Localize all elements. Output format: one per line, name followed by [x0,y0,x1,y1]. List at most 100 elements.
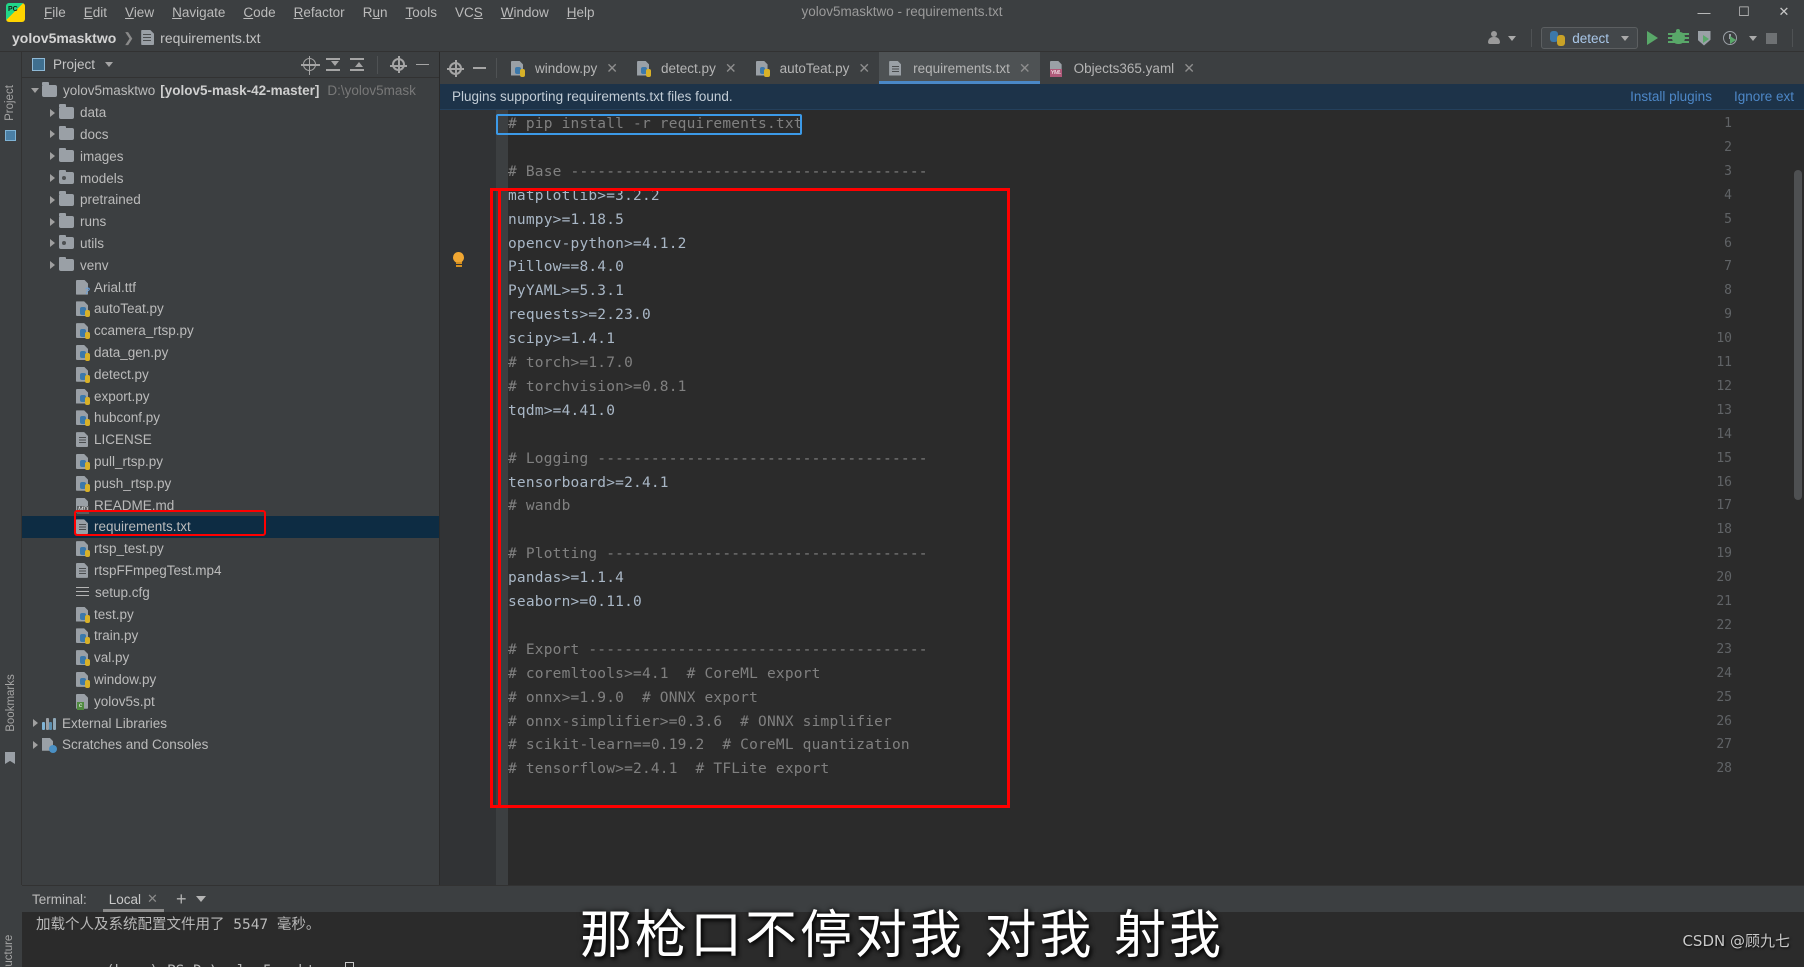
breadcrumb-file[interactable]: requirements.txt [160,30,260,46]
close-button[interactable]: ✕ [1764,0,1804,24]
chevron-right-icon[interactable] [45,130,59,139]
close-icon[interactable]: ✕ [1183,61,1195,75]
tree-item-export[interactable]: export.py [22,385,439,407]
tree-item-pullrtsp[interactable]: pull_rtsp.py [22,451,439,473]
menu-item-window[interactable]: Window [492,3,558,22]
tree-item-utils[interactable]: utils [22,233,439,255]
menu-item-file[interactable]: File [35,3,75,22]
menu-item-help[interactable]: Help [558,3,604,22]
tree-item-autoteat[interactable]: autoTeat.py [22,298,439,320]
chevron-down-icon[interactable] [105,62,114,67]
editor-tab-detect-py[interactable]: detect.py ✕ [627,52,746,84]
rail-button-project[interactable]: Project [4,76,16,130]
run-with-coverage-button[interactable] [1692,26,1716,50]
run-configuration-selector[interactable]: detect [1541,27,1638,49]
chevron-right-icon[interactable] [45,174,59,183]
tree-item-trainpy[interactable]: train.py [22,625,439,647]
new-terminal-session-button[interactable]: + [176,890,187,908]
tree-item-data[interactable]: data [22,102,439,124]
hide-panel-button[interactable] [411,54,433,76]
tree-item-pushrtsp[interactable]: push_rtsp.py [22,472,439,494]
breadcrumb-project[interactable]: yolov5masktwo [12,30,116,46]
editor-tab-autoteat-py[interactable]: autoTeat.py ✕ [746,52,880,84]
tree-item-yolov5spt[interactable]: c yolov5s.pt [22,690,439,712]
tree-item-ccamera[interactable]: ccamera_rtsp.py [22,320,439,342]
chevron-right-icon[interactable] [45,261,59,270]
tree-item-extlibs[interactable]: External Libraries [22,712,439,734]
tree-item-license[interactable]: LICENSE [22,429,439,451]
terminal-output[interactable]: 加载个人及系统配置文件用了 5547 毫秒。 (base) PS D:\yolo… [22,912,1804,967]
menu-item-edit[interactable]: Edit [75,3,116,22]
chevron-right-icon[interactable] [45,195,59,204]
run-button[interactable] [1640,26,1664,50]
chevron-right-icon[interactable] [45,108,59,117]
maximize-button[interactable]: ☐ [1724,0,1764,24]
stop-button[interactable] [1759,26,1783,50]
terminal-tab-local[interactable]: Local ✕ [102,886,165,912]
code-editor[interactable]: 1 2 3 4 5 6 7 8 9 10 11 12 13 14 15 16 17 18 19 20 21 22 23 24 2… [440,110,1804,885]
chevron-down-icon[interactable] [1749,35,1757,41]
tree-item-valpy[interactable]: val.py [22,647,439,669]
tree-item-setupcfg[interactable]: setup.cfg [22,581,439,603]
tree-item-runs[interactable]: runs [22,211,439,233]
menu-item-navigate[interactable]: Navigate [163,3,234,22]
scrollbar-thumb[interactable] [1794,170,1802,500]
tree-item-rtsptest[interactable]: rtsp_test.py [22,538,439,560]
tree-item-testpy[interactable]: test.py [22,603,439,625]
chevron-right-icon[interactable] [28,719,42,727]
chevron-down-icon[interactable] [28,88,42,94]
tree-item-scratches[interactable]: Scratches and Consoles [22,734,439,756]
menu-item-view[interactable]: View [116,3,163,22]
tree-item-readme[interactable]: MD README.md [22,494,439,516]
close-icon[interactable]: ✕ [606,61,618,75]
select-opened-file-button[interactable] [298,54,320,76]
hide-editor-button[interactable] [468,57,490,79]
close-icon[interactable]: ✕ [725,61,737,75]
tree-item-venv[interactable]: venv [22,254,439,276]
tree-item-requirements[interactable]: requirements.txt [22,515,439,538]
rail-button-structure[interactable]: Structure [3,927,15,967]
editor-tab-window-py[interactable]: window.py ✕ [501,52,627,84]
tree-item-rtspffmpeg[interactable]: rtspFFmpegTest.mp4 [22,560,439,582]
tree-item-root[interactable]: yolov5masktwo [yolov5-mask-42-master] D:\… [22,80,439,102]
ignore-extension-link[interactable]: Ignore ext [1734,89,1794,104]
menu-item-refactor[interactable]: Refactor [285,3,354,22]
close-icon[interactable]: ✕ [858,61,870,75]
menu-item-tools[interactable]: Tools [396,3,446,22]
tree-item-images[interactable]: images [22,145,439,167]
editor-tab-objects365-yaml[interactable]: YML Objects365.yaml ✕ [1040,52,1204,84]
tree-item-datagen[interactable]: data_gen.py [22,342,439,364]
tree-item-hubconf[interactable]: hubconf.py [22,407,439,429]
intention-lightbulb-icon[interactable] [452,252,465,268]
tree-item-arial[interactable]: ? Arial.ttf [22,276,439,298]
project-tree: yolov5masktwo [yolov5-mask-42-master] D:\… [22,78,439,756]
code-text-area[interactable]: # pip install -r requirements.txt # Base … [508,110,1804,885]
chevron-right-icon[interactable] [28,740,42,749]
user-account-button[interactable] [1481,31,1522,45]
chevron-right-icon[interactable] [45,239,59,248]
editor-tab-requirements-txt[interactable]: requirements.txt ✕ [879,52,1040,84]
chevron-down-icon[interactable] [196,896,207,902]
close-icon[interactable]: ✕ [147,891,158,907]
menu-item-code[interactable]: Code [234,3,284,22]
tree-item-windowpy[interactable]: window.py [22,669,439,691]
close-icon[interactable]: ✕ [1019,61,1031,75]
minimize-button[interactable]: — [1684,0,1724,24]
debug-button[interactable] [1666,26,1690,50]
install-plugins-link[interactable]: Install plugins [1630,89,1712,104]
editor-vertical-scrollbar[interactable] [1792,168,1804,885]
rail-button-bookmarks[interactable]: Bookmarks [5,664,17,742]
tree-item-pretrained[interactable]: pretrained [22,189,439,211]
tree-item-models[interactable]: models [22,167,439,189]
collapse-all-button[interactable] [346,54,368,76]
panel-settings-button[interactable] [387,54,409,76]
editor-settings-button[interactable] [444,57,466,79]
chevron-right-icon[interactable] [45,217,59,226]
menu-item-vcs[interactable]: VCS [446,3,492,22]
menu-item-run[interactable]: Run [354,3,397,22]
expand-all-button[interactable] [322,54,344,76]
tree-item-detect[interactable]: detect.py [22,363,439,385]
tree-item-docs[interactable]: docs [22,124,439,146]
chevron-right-icon[interactable] [45,152,59,161]
profile-button[interactable] [1718,26,1742,50]
